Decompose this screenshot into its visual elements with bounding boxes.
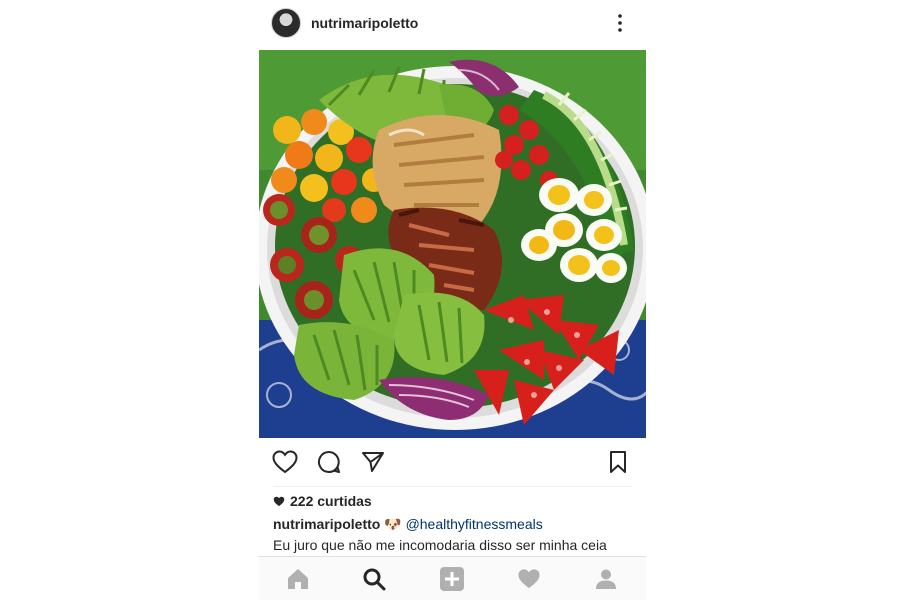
caption-mention[interactable]: @healthyfitnessmeals	[406, 516, 543, 532]
likes-count[interactable]: 222 curtidas	[273, 493, 372, 509]
post-photo[interactable]	[259, 50, 646, 438]
bookmark-icon[interactable]	[604, 448, 632, 476]
bottom-nav	[259, 556, 646, 600]
heart-filled-icon	[273, 496, 285, 507]
send-icon[interactable]	[359, 448, 387, 476]
caption-username[interactable]: nutrimaripoletto	[273, 516, 380, 532]
instagram-post-app: nutrimaripoletto 222 curtidas nutrimarip…	[259, 0, 646, 600]
profile-icon[interactable]	[593, 566, 619, 592]
action-divider	[273, 486, 632, 487]
caption-header: nutrimaripoletto 🐶 @healthyfitnessmeals	[273, 516, 543, 533]
add-post-icon[interactable]	[439, 566, 465, 592]
post-username[interactable]: nutrimaripoletto	[311, 15, 418, 31]
heart-outline-icon[interactable]	[271, 448, 299, 476]
comment-icon[interactable]	[315, 448, 343, 476]
post-header: nutrimaripoletto	[259, 0, 646, 48]
more-vertical-icon[interactable]	[610, 13, 630, 33]
post-action-bar	[259, 440, 646, 484]
caption-text: Eu juro que não me incomodaria disso ser…	[273, 537, 607, 553]
avatar[interactable]	[271, 8, 301, 38]
search-icon[interactable]	[361, 566, 387, 592]
likes-label: 222 curtidas	[290, 493, 372, 509]
heart-icon[interactable]	[516, 566, 542, 592]
dog-emoji: 🐶	[384, 516, 402, 532]
home-icon[interactable]	[285, 566, 311, 592]
